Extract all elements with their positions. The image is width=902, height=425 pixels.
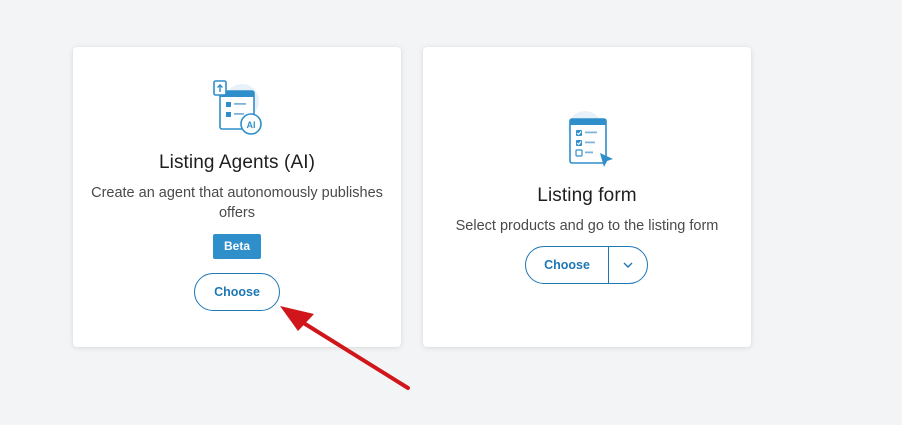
- card-title: Listing Agents (AI): [158, 152, 316, 173]
- choose-button[interactable]: Choose: [194, 273, 280, 311]
- card-title: Listing form: [537, 185, 637, 206]
- document-ai-icon: AI: [206, 77, 268, 144]
- beta-badge: Beta: [213, 234, 261, 259]
- choose-split-button: Choose: [525, 246, 648, 284]
- listing-agents-card: AI Listing Agents (AI) Create an agent t…: [73, 47, 401, 347]
- card-description: Create an agent that autonomously publis…: [91, 185, 383, 221]
- chevron-down-icon: [622, 256, 634, 274]
- checklist-cursor-icon: [556, 109, 618, 176]
- dropdown-toggle[interactable]: [609, 247, 647, 283]
- svg-text:AI: AI: [247, 120, 256, 130]
- card-description: Select products and go to the listing fo…: [455, 218, 719, 234]
- choose-button[interactable]: Choose: [526, 247, 609, 283]
- listing-form-card: Listing form Select products and go to t…: [423, 47, 751, 347]
